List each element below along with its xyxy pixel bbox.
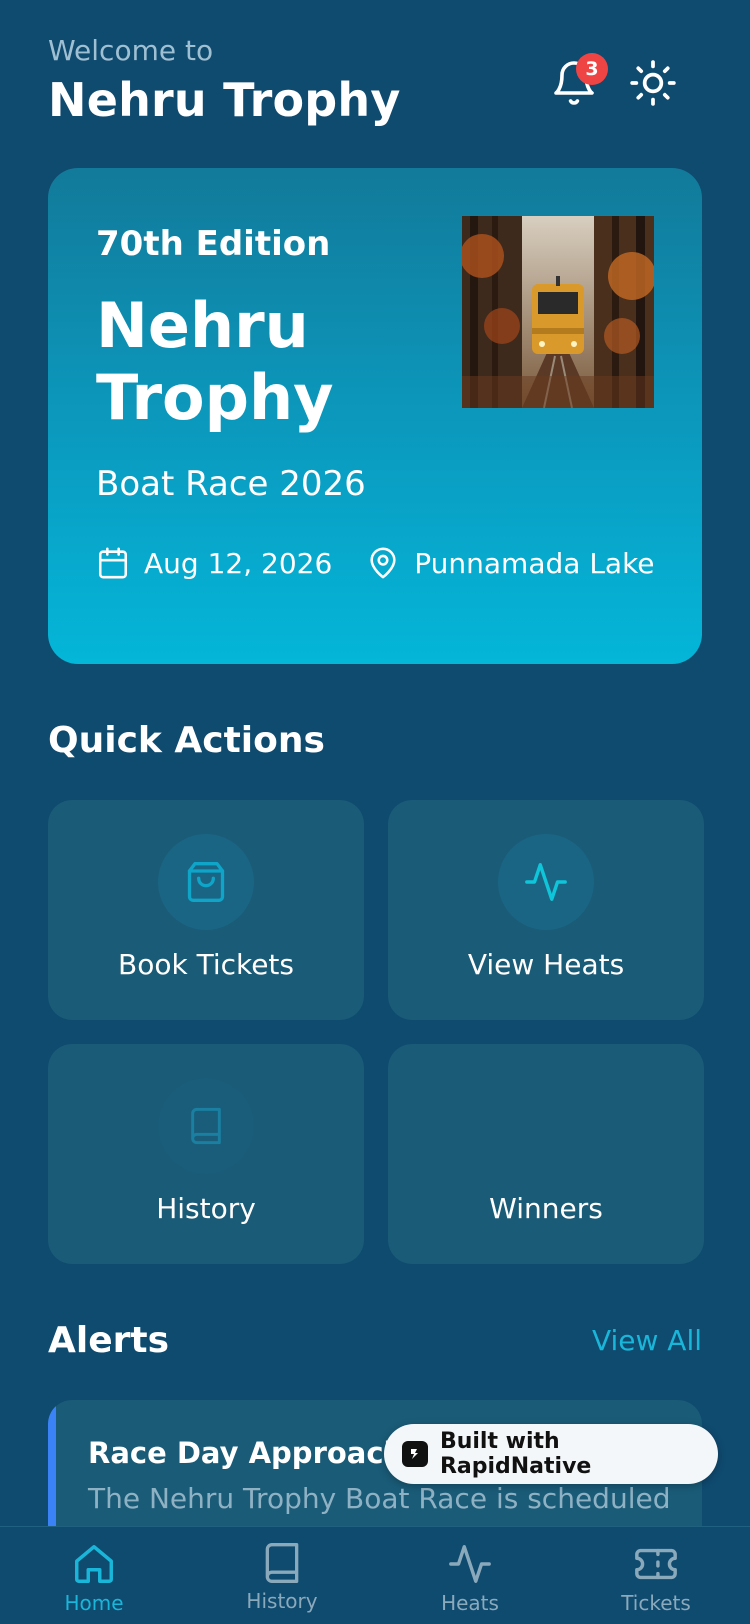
quick-action-icon-bg bbox=[158, 1078, 254, 1174]
tab-history[interactable]: History bbox=[212, 1541, 352, 1613]
header-actions: 3 bbox=[550, 53, 678, 108]
shopping-bag-icon bbox=[187, 862, 225, 902]
tab-tickets[interactable]: Tickets bbox=[586, 1541, 726, 1615]
tab-label: Tickets bbox=[621, 1591, 691, 1615]
tab-label: Home bbox=[64, 1591, 124, 1615]
home-icon bbox=[75, 1545, 113, 1583]
welcome-text: Welcome to bbox=[48, 34, 214, 67]
hero-title: Nehru Trophy bbox=[96, 289, 334, 434]
header: Welcome to Nehru Trophy bbox=[48, 34, 401, 127]
view-all-link[interactable]: View All bbox=[592, 1324, 702, 1357]
sun-icon bbox=[630, 60, 676, 106]
quick-action-book-tickets[interactable]: Book Tickets bbox=[48, 800, 364, 1020]
page-title: Nehru Trophy bbox=[48, 73, 401, 127]
event-location: Punnamada Lake bbox=[366, 546, 655, 580]
tab-home[interactable]: Home bbox=[24, 1541, 164, 1615]
rapidnative-badge[interactable]: Built with RapidNative bbox=[384, 1424, 718, 1484]
quick-actions-title: Quick Actions bbox=[48, 720, 325, 761]
hero-card[interactable]: 70th Edition Nehru Trophy Boat Race 2026… bbox=[48, 168, 702, 664]
event-date: Aug 12, 2026 bbox=[96, 546, 332, 580]
quick-action-label: Book Tickets bbox=[117, 948, 294, 981]
quick-action-label: View Heats bbox=[467, 948, 625, 981]
notifications-button[interactable]: 3 bbox=[550, 53, 608, 107]
notification-badge: 3 bbox=[576, 53, 608, 85]
tab-label: Heats bbox=[441, 1591, 499, 1615]
quick-action-icon-bg bbox=[498, 834, 594, 930]
quick-action-history[interactable]: History bbox=[48, 1044, 364, 1264]
tab-heats[interactable]: Heats bbox=[400, 1541, 540, 1615]
quick-action-label: Winners bbox=[489, 1192, 603, 1225]
ticket-icon bbox=[635, 1548, 677, 1580]
hero-meta: Aug 12, 2026 Punnamada Lake bbox=[96, 546, 655, 580]
quick-action-winners[interactable]: Winners bbox=[388, 1044, 704, 1264]
book-icon bbox=[265, 1543, 299, 1583]
quick-action-view-heats[interactable]: View Heats bbox=[388, 800, 704, 1020]
hero-subtitle: Boat Race 2026 bbox=[96, 464, 366, 504]
event-location-text: Punnamada Lake bbox=[414, 546, 655, 580]
theme-toggle-button[interactable] bbox=[628, 58, 678, 108]
hero-edition: 70th Edition bbox=[96, 224, 331, 264]
alert-body: The Nehru Trophy Boat Race is scheduled bbox=[88, 1482, 671, 1515]
map-pin-icon bbox=[370, 547, 396, 579]
book-icon bbox=[191, 1107, 221, 1145]
activity-icon bbox=[449, 1545, 491, 1583]
quick-action-label: History bbox=[156, 1192, 256, 1225]
rapidnative-logo-icon bbox=[402, 1441, 428, 1467]
alerts-title: Alerts bbox=[48, 1320, 170, 1361]
calendar-icon bbox=[98, 547, 128, 579]
quick-action-icon-bg bbox=[158, 834, 254, 930]
activity-icon bbox=[525, 863, 567, 901]
hero-image bbox=[462, 216, 654, 408]
event-date-text: Aug 12, 2026 bbox=[144, 546, 333, 580]
bottom-tab-bar: Home History Heats Tickets bbox=[0, 1526, 750, 1624]
tab-label: History bbox=[246, 1589, 318, 1613]
rapidnative-badge-label: Built with RapidNative bbox=[439, 1429, 592, 1479]
